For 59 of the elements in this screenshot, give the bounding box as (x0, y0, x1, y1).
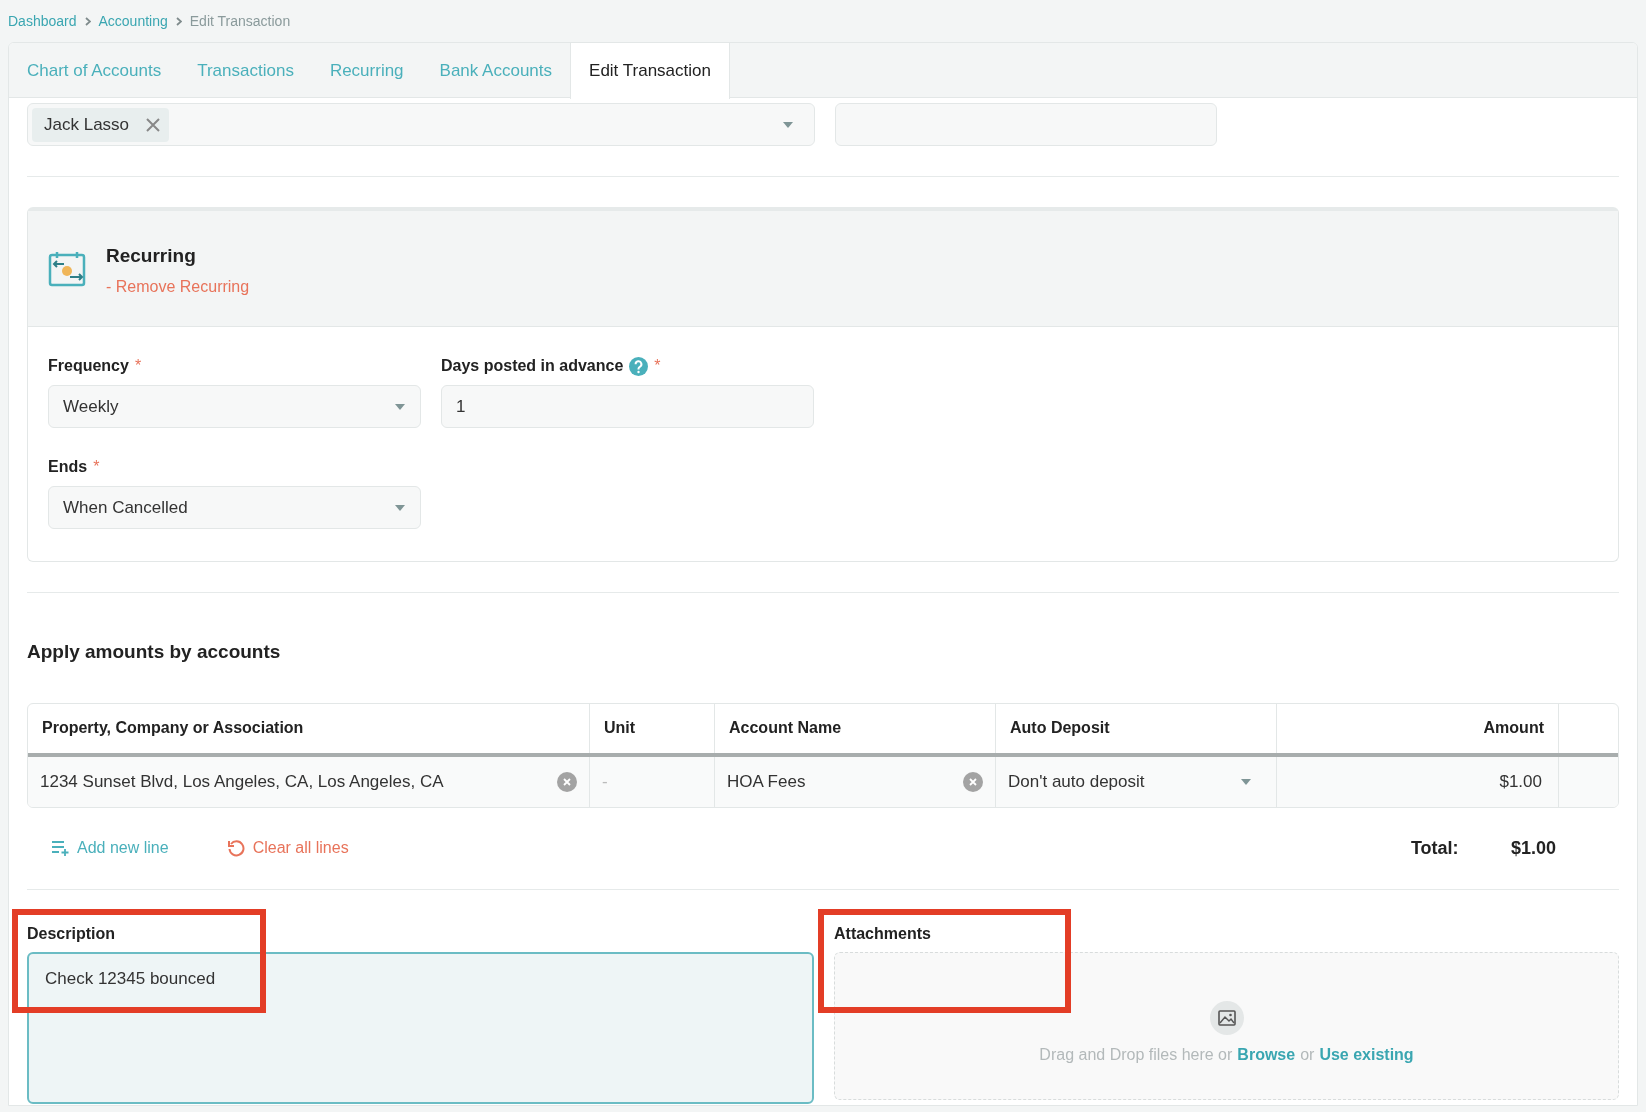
file-drop-zone[interactable]: Drag and Drop files here or Browse or Use existing (834, 951, 1619, 1100)
table-cell-text: $1.00 (1499, 770, 1542, 793)
hint-text: or (1300, 1044, 1315, 1065)
close-icon[interactable] (145, 116, 162, 133)
caret-icon (1240, 777, 1252, 786)
tab[interactable]: Transactions (179, 43, 312, 98)
field-label: Frequency (48, 356, 129, 376)
breadcrumb-link[interactable]: Accounting (98, 10, 168, 32)
column-header: Amount (1483, 718, 1544, 738)
add-line-button[interactable]: Add new line (51, 836, 169, 860)
select-field[interactable]: When Cancelled (48, 486, 421, 529)
clear-icon[interactable] (557, 771, 577, 792)
column-header: Unit (604, 718, 636, 738)
image-icon (1209, 1000, 1244, 1035)
tab[interactable]: Chart of Accounts (9, 43, 180, 98)
table-cell-text: 1234 Sunset Blvd, Los Angeles, CA, Los Angeles, CA (40, 770, 444, 793)
breadcrumb-link[interactable]: Dashboard (8, 10, 77, 32)
help-icon[interactable] (629, 356, 649, 376)
hint-text: Drag and Drop files here or (1039, 1044, 1233, 1065)
reset-icon (226, 839, 245, 857)
add-list-icon (51, 840, 69, 856)
required-mark: * (654, 356, 661, 376)
select-field[interactable]: Weekly (48, 385, 421, 428)
tag-chip: Jack Lasso (32, 107, 170, 142)
column-header: Account Name (729, 718, 842, 738)
total-value: $1.00 (1510, 836, 1556, 860)
clear-icon[interactable] (963, 771, 983, 792)
column-header: Auto Deposit (1010, 718, 1110, 738)
field-label: Days posted in advance (441, 356, 624, 376)
calendar-exchange-icon (48, 250, 86, 287)
section-title: Recurring (106, 244, 197, 269)
link[interactable]: Browse (1237, 1042, 1296, 1067)
section-title: Apply amounts by accounts (27, 640, 282, 664)
table-cell-text: - (602, 770, 608, 793)
breadcrumb-current: Edit Transaction (189, 11, 291, 31)
clear-lines-button[interactable]: Clear all lines (226, 836, 349, 860)
field-label: Description (27, 923, 116, 944)
tab[interactable]: Edit Transaction (570, 43, 730, 99)
input-field[interactable] (835, 103, 1217, 146)
chevron-right-icon (84, 16, 91, 26)
select-field[interactable]: Don't auto deposit (996, 756, 1277, 807)
tab[interactable]: Recurring (311, 43, 422, 98)
field-label: Attachments (834, 923, 932, 944)
input-field[interactable]: 1 (441, 385, 814, 428)
remove-recurring-link[interactable]: - Remove Recurring (106, 274, 250, 299)
caret-icon (782, 120, 794, 129)
required-mark: * (93, 457, 100, 477)
required-mark: * (134, 356, 142, 376)
total-label: Total: (1410, 836, 1460, 860)
caret-icon (394, 503, 406, 512)
link[interactable]: Use existing (1319, 1042, 1414, 1067)
caret-icon (394, 402, 406, 411)
field-label: Ends (48, 457, 88, 477)
payee-select[interactable]: Jack Lasso (27, 103, 815, 146)
table-cell-text: HOA Fees (727, 770, 806, 793)
column-header: Property, Company or Association (42, 718, 304, 738)
description-field[interactable]: Check 12345 bounced (27, 951, 814, 1104)
tab[interactable]: Bank Accounts (421, 43, 571, 98)
chevron-right-icon (175, 16, 182, 26)
